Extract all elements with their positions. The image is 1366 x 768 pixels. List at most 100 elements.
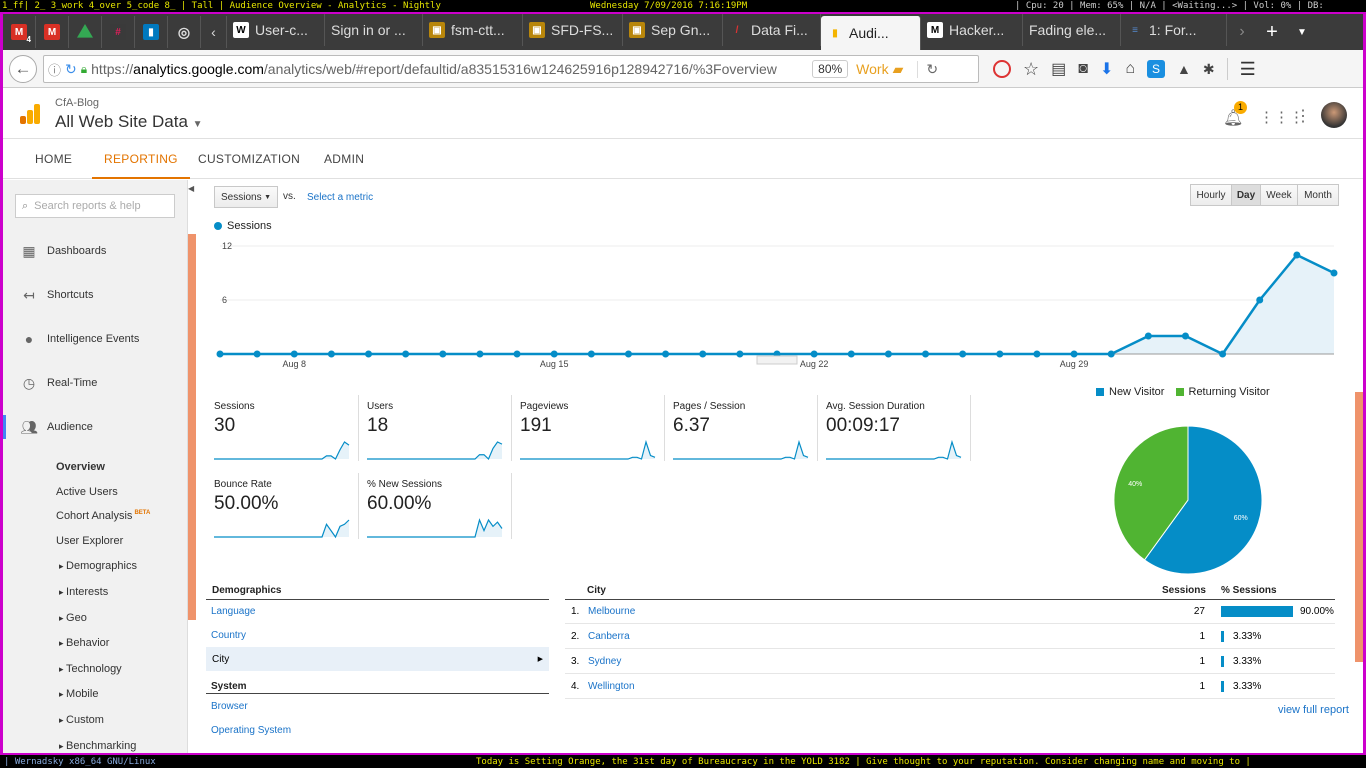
demographics-country[interactable]: Country: [211, 630, 246, 641]
metric-dropdown[interactable]: Sessions ▼: [214, 186, 278, 208]
metric-sessions[interactable]: Sessions 30: [214, 401, 354, 464]
metric-users[interactable]: Users 18: [367, 401, 507, 464]
view-selector[interactable]: All Web Site Data ▼: [55, 112, 203, 132]
granularity-hourly[interactable]: Hourly: [1190, 184, 1232, 206]
search-reports-input[interactable]: ⌕ Search reports & help: [15, 194, 175, 218]
container-label[interactable]: Work: [856, 61, 888, 77]
system-browser[interactable]: Browser: [211, 701, 248, 712]
bug-icon[interactable]: ✱: [1203, 61, 1215, 78]
row-city-link[interactable]: Sydney: [588, 656, 621, 667]
data-point[interactable]: [662, 350, 670, 358]
data-point[interactable]: [959, 350, 967, 358]
browser-tab[interactable]: W User-c...: [227, 14, 325, 46]
data-point[interactable]: [365, 350, 373, 358]
avatar[interactable]: [1321, 102, 1347, 128]
sidebar-item-realtime[interactable]: ◷ Real-Time: [3, 371, 187, 395]
hamburger-menu-icon[interactable]: ☰: [1240, 59, 1256, 80]
pinned-tab-drive[interactable]: [69, 16, 102, 48]
sidebar-subitem-behavior[interactable]: ▸ Behavior: [59, 637, 109, 649]
select-metric-link[interactable]: Select a metric: [307, 192, 373, 203]
view-full-report-link[interactable]: view full report: [1278, 704, 1349, 716]
data-point[interactable]: [736, 350, 744, 358]
tab-scroll-right[interactable]: ›: [1227, 16, 1257, 48]
data-point[interactable]: [922, 350, 930, 358]
demographics-language[interactable]: Language: [211, 606, 256, 617]
metric-avg-session-duration[interactable]: Avg. Session Duration 00:09:17: [826, 401, 966, 464]
system-operating-system[interactable]: Operating System: [211, 725, 291, 736]
nav-customization[interactable]: CUSTOMIZATION: [198, 139, 300, 179]
info-icon[interactable]: ⓘ: [48, 60, 61, 79]
adblock-icon[interactable]: [993, 60, 1011, 78]
data-point[interactable]: [253, 350, 261, 358]
data-point[interactable]: [1181, 332, 1189, 340]
data-point[interactable]: [1256, 296, 1264, 304]
sidebar-subitem-overview[interactable]: Overview: [56, 461, 105, 473]
pinned-tab-gmail-badge[interactable]: M4: [3, 16, 36, 48]
data-point[interactable]: [290, 350, 298, 358]
sidebar-subitem-user-explorer[interactable]: User Explorer: [56, 535, 123, 547]
reading-list-icon[interactable]: ▤: [1051, 59, 1066, 79]
browser-tab[interactable]: ▣ fsm-ctt...: [423, 14, 523, 46]
pinned-tab-gmail[interactable]: M: [36, 16, 69, 48]
data-point[interactable]: [1293, 251, 1301, 259]
pinned-tab-trello[interactable]: ▮: [135, 16, 168, 48]
back-button[interactable]: ←: [9, 54, 37, 83]
data-point[interactable]: [402, 350, 410, 358]
tab-list-button[interactable]: ▼: [1287, 16, 1317, 48]
data-point[interactable]: [476, 350, 484, 358]
zoom-indicator[interactable]: 80%: [812, 60, 849, 78]
data-point[interactable]: [1330, 269, 1338, 277]
browser-tab[interactable]: ▣ Sep Gn...: [623, 14, 723, 46]
reload-page-icon[interactable]: ↻: [917, 60, 938, 78]
data-point[interactable]: [810, 350, 818, 358]
data-point[interactable]: [1107, 350, 1115, 358]
granularity-week[interactable]: Week: [1260, 184, 1298, 206]
browser-tab[interactable]: / Data Fi...: [723, 14, 821, 46]
browser-tab[interactable]: Fading ele...: [1023, 14, 1121, 46]
sidebar-subitem-cohort-analysis[interactable]: Cohort Analysis BETA: [56, 510, 150, 522]
sidebar-subitem-mobile[interactable]: ▸ Mobile: [59, 688, 98, 700]
url-bar[interactable]: ⓘ ↻ 🔒︎ https://analytics.google.com/anal…: [43, 55, 979, 83]
sidebar-subitem-custom[interactable]: ▸ Custom: [59, 714, 104, 726]
data-point[interactable]: [550, 350, 558, 358]
sidebar-item-dashboards[interactable]: ▦ Dashboards: [3, 239, 187, 263]
sidebar-subitem-technology[interactable]: ▸ Technology: [59, 663, 122, 675]
data-point[interactable]: [847, 350, 855, 358]
demographics-city[interactable]: City ▶: [206, 647, 549, 671]
granularity-day[interactable]: Day: [1231, 184, 1261, 206]
download-icon[interactable]: ⬇: [1100, 59, 1113, 79]
metric-bounce-rate[interactable]: Bounce Rate 50.00%: [214, 479, 354, 542]
data-point[interactable]: [587, 350, 595, 358]
row-city-link[interactable]: Canberra: [588, 631, 630, 642]
data-point[interactable]: [439, 350, 447, 358]
data-point[interactable]: [327, 350, 335, 358]
sidebar-subitem-benchmarking[interactable]: ▸ Benchmarking: [59, 740, 136, 752]
s-extension-icon[interactable]: S: [1147, 60, 1166, 78]
chart-resize-handle[interactable]: [756, 355, 798, 365]
data-point[interactable]: [1033, 350, 1041, 358]
tab-scroll-left[interactable]: ‹: [201, 16, 227, 48]
data-point[interactable]: [699, 350, 707, 358]
browser-tab[interactable]: Sign in or ...: [325, 14, 423, 46]
sidebar-item-intelligence-events[interactable]: ● Intelligence Events: [3, 327, 187, 351]
home-icon[interactable]: ⌂: [1125, 60, 1135, 78]
data-point[interactable]: [996, 350, 1004, 358]
granularity-month[interactable]: Month: [1297, 184, 1339, 206]
metric-pageviews[interactable]: Pageviews 191: [520, 401, 660, 464]
browser-tab[interactable]: ▮ Audi...: [821, 16, 921, 50]
data-point[interactable]: [1219, 350, 1227, 358]
pocket-icon[interactable]: ◙: [1078, 60, 1088, 78]
data-point[interactable]: [216, 350, 224, 358]
row-city-link[interactable]: Melbourne: [588, 606, 635, 617]
sidebar-subitem-active-users[interactable]: Active Users: [56, 486, 118, 498]
hat-icon[interactable]: ▲: [1177, 61, 1191, 77]
nav-reporting[interactable]: REPORTING: [92, 139, 190, 179]
data-point[interactable]: [624, 350, 632, 358]
new-tab-button[interactable]: +: [1257, 16, 1287, 48]
sidebar-subitem-interests[interactable]: ▸ Interests: [59, 586, 108, 598]
pinned-tab-spiral[interactable]: ◎: [168, 16, 201, 48]
browser-tab[interactable]: M Hacker...: [921, 14, 1023, 46]
url-text[interactable]: https://analytics.google.com/analytics/w…: [91, 61, 806, 77]
browser-tab[interactable]: ▣ SFD-FS...: [523, 14, 623, 46]
data-point[interactable]: [1070, 350, 1078, 358]
